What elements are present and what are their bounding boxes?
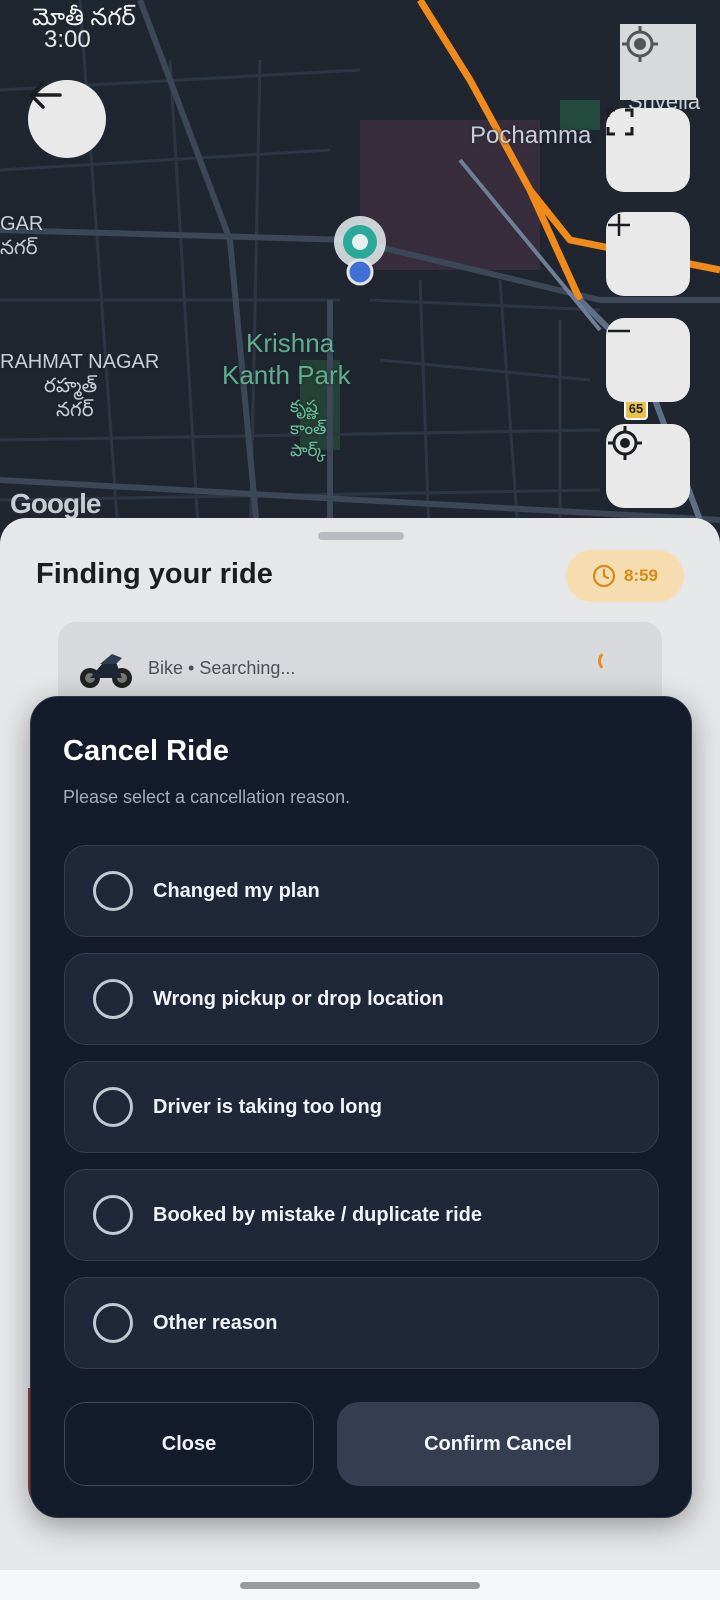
radio-button[interactable] (93, 979, 133, 1019)
map-label: నగర్ (56, 399, 94, 421)
back-button[interactable] (28, 80, 106, 158)
confirm-cancel-button[interactable]: Confirm Cancel (337, 1402, 659, 1486)
reason-option-changed-plan[interactable]: Changed my plan (64, 845, 659, 937)
vehicle-status: Bike • Searching... (148, 657, 296, 678)
sheet-title: Finding your ride (36, 558, 273, 590)
fullscreen-icon (606, 108, 634, 136)
search-timer-badge: 8:59 (566, 550, 684, 602)
dialog-subtitle: Please select a cancellation reason. (63, 787, 351, 807)
reason-label: Booked by mistake / duplicate ride (153, 1203, 482, 1226)
minus-icon (608, 329, 630, 333)
bike-icon (80, 654, 132, 688)
radio-button[interactable] (93, 1195, 133, 1235)
map-label-park: కాంత్ (290, 419, 327, 438)
crosshair-icon (608, 426, 642, 460)
timer-value: 8:59 (623, 566, 659, 585)
recenter-button[interactable] (606, 424, 690, 508)
map-label-park: పార్క్ (290, 441, 326, 460)
arrow-left-icon (29, 81, 62, 109)
radio-button[interactable] (93, 1087, 133, 1127)
reason-label: Driver is taking too long (153, 1095, 382, 1118)
plus-icon (608, 214, 630, 236)
zoom-in-button[interactable] (606, 212, 690, 296)
radio-button[interactable] (93, 1303, 133, 1343)
dialog-title: Cancel Ride (63, 735, 229, 767)
reason-label: Changed my plan (153, 879, 320, 902)
cancel-ride-dialog: Cancel Ride Please select a cancellation… (30, 696, 692, 1518)
map-label: రహ్మత్ (44, 375, 98, 397)
map-label-park: Kanth Park (222, 360, 351, 390)
map-label: Pochamma (470, 122, 592, 149)
map-label: RAHMAT NAGAR (0, 351, 160, 373)
reason-label: Wrong pickup or drop location (153, 987, 444, 1010)
vehicle-row: Bike • Searching... (78, 646, 295, 690)
reason-option-wrong-location[interactable]: Wrong pickup or drop location (64, 953, 659, 1045)
zoom-out-button[interactable] (606, 318, 690, 402)
status-time: 3:00 (44, 26, 91, 53)
map-view[interactable]: Pochamma Srivella GAR నగర్ RAHMAT NAGAR … (0, 0, 720, 560)
radio-button[interactable] (93, 871, 133, 911)
map-label-park: కృష్ణ (290, 397, 318, 416)
google-logo: Google (10, 488, 101, 519)
status-bar: మోతీ నగర్ 3:00 15 (0, 0, 720, 72)
close-button[interactable]: Close (64, 1402, 314, 1486)
reason-label: Other reason (153, 1311, 278, 1334)
home-indicator[interactable] (240, 1582, 480, 1589)
home-indicator-area (0, 1570, 720, 1600)
map-label-park: Krishna (246, 328, 335, 358)
searching-spinner (598, 650, 620, 672)
map-label: GAR (0, 213, 44, 235)
sheet-handle[interactable] (318, 532, 404, 540)
my-location-button[interactable] (620, 24, 696, 100)
reason-option-other[interactable]: Other reason (64, 1277, 659, 1369)
reason-option-driver-late[interactable]: Driver is taking too long (64, 1061, 659, 1153)
crosshair-icon (622, 26, 658, 62)
reason-option-mistake[interactable]: Booked by mistake / duplicate ride (64, 1169, 659, 1261)
fullscreen-button[interactable] (606, 108, 690, 192)
map-label: నగర్ (0, 237, 38, 259)
clock-icon (592, 564, 616, 588)
